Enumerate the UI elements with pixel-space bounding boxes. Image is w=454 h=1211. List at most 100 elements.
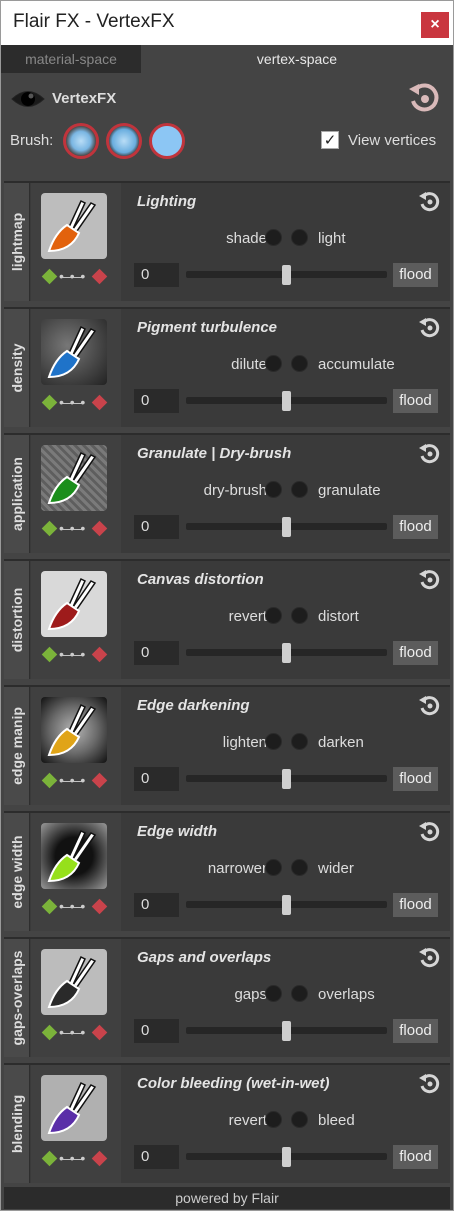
view-vertices-checkbox[interactable]: ✓ — [321, 131, 339, 149]
red-diamond-icon[interactable] — [91, 772, 108, 789]
right-radio[interactable] — [291, 733, 308, 750]
slider-thumb[interactable] — [282, 1147, 291, 1167]
value-field[interactable]: 0 — [134, 1019, 179, 1043]
eye-icon[interactable] — [11, 88, 45, 110]
panel-tab-density[interactable]: density — [4, 309, 30, 427]
flood-button[interactable]: flood — [393, 767, 438, 791]
left-radio[interactable] — [265, 481, 282, 498]
flood-button[interactable]: flood — [393, 515, 438, 539]
panel-tab-edge-manip[interactable]: edge manip — [4, 687, 30, 805]
slider-thumb[interactable] — [282, 895, 291, 915]
link-dots-icon[interactable]: •–•–• — [59, 268, 85, 284]
slider-thumb[interactable] — [282, 769, 291, 789]
right-radio[interactable] — [291, 355, 308, 372]
right-radio[interactable] — [291, 859, 308, 876]
value-field[interactable]: 0 — [134, 389, 179, 413]
link-dots-icon[interactable]: •–•–• — [59, 1150, 85, 1166]
green-diamond-icon[interactable] — [41, 646, 58, 663]
flood-button[interactable]: flood — [393, 641, 438, 665]
green-diamond-icon[interactable] — [41, 1024, 58, 1041]
slider-thumb[interactable] — [282, 517, 291, 537]
reset-icon[interactable] — [418, 316, 442, 340]
red-diamond-icon[interactable] — [91, 898, 108, 915]
right-radio[interactable] — [291, 481, 308, 498]
panel-tab-lightmap[interactable]: lightmap — [4, 183, 30, 301]
red-diamond-icon[interactable] — [91, 268, 108, 285]
panel-icon-column: •–•–• — [31, 1065, 121, 1183]
panel-edge-manip: edge manip •–•–• Edge darkening lighten … — [4, 685, 450, 805]
green-diamond-icon[interactable] — [41, 1150, 58, 1167]
right-radio[interactable] — [291, 607, 308, 624]
left-radio[interactable] — [265, 733, 282, 750]
green-diamond-icon[interactable] — [41, 268, 58, 285]
red-diamond-icon[interactable] — [91, 646, 108, 663]
brush-effect-icon[interactable] — [41, 571, 107, 637]
brush-effect-icon[interactable] — [41, 319, 107, 385]
brush-effect-icon[interactable] — [41, 697, 107, 763]
link-dots-icon[interactable]: •–•–• — [59, 394, 85, 410]
reset-icon[interactable] — [418, 442, 442, 466]
flood-button[interactable]: flood — [393, 1145, 438, 1169]
slider-thumb[interactable] — [282, 265, 291, 285]
value-field[interactable]: 0 — [134, 641, 179, 665]
reset-all-icon[interactable] — [407, 81, 441, 115]
brush-effect-icon[interactable] — [41, 949, 107, 1015]
panel-tab-application[interactable]: application — [4, 435, 30, 553]
reset-icon[interactable] — [418, 694, 442, 718]
green-diamond-icon[interactable] — [41, 520, 58, 537]
slider-thumb[interactable] — [282, 391, 291, 411]
brush-effect-icon[interactable] — [41, 193, 107, 259]
link-dots-icon[interactable]: •–•–• — [59, 898, 85, 914]
tab-vertex-space[interactable]: vertex-space — [141, 45, 453, 73]
panel-tab-blending[interactable]: blending — [4, 1065, 30, 1183]
reset-icon[interactable] — [418, 190, 442, 214]
right-radio[interactable] — [291, 229, 308, 246]
value-field[interactable]: 0 — [134, 893, 179, 917]
brush-hard-button[interactable] — [149, 123, 185, 159]
panel-tab-edge-width[interactable]: edge width — [4, 813, 30, 931]
brush-effect-icon[interactable] — [41, 1075, 107, 1141]
red-diamond-icon[interactable] — [91, 520, 108, 537]
close-button[interactable]: × — [421, 12, 449, 38]
panel-title: Pigment turbulence — [137, 319, 278, 336]
left-radio[interactable] — [265, 229, 282, 246]
brush-effect-icon[interactable] — [41, 445, 107, 511]
link-dots-icon[interactable]: •–•–• — [59, 646, 85, 662]
slider-thumb[interactable] — [282, 643, 291, 663]
flood-button[interactable]: flood — [393, 893, 438, 917]
brush-effect-icon[interactable] — [41, 823, 107, 889]
green-diamond-icon[interactable] — [41, 394, 58, 411]
reset-icon[interactable] — [418, 1072, 442, 1096]
panel-tab-distortion[interactable]: distortion — [4, 561, 30, 679]
value-field[interactable]: 0 — [134, 263, 179, 287]
flood-button[interactable]: flood — [393, 389, 438, 413]
green-diamond-icon[interactable] — [41, 898, 58, 915]
reset-icon[interactable] — [418, 946, 442, 970]
left-radio[interactable] — [265, 607, 282, 624]
link-dots-icon[interactable]: •–•–• — [59, 520, 85, 536]
right-radio[interactable] — [291, 985, 308, 1002]
link-dots-icon[interactable]: •–•–• — [59, 1024, 85, 1040]
value-field[interactable]: 0 — [134, 1145, 179, 1169]
green-diamond-icon[interactable] — [41, 772, 58, 789]
reset-icon[interactable] — [418, 568, 442, 592]
red-diamond-icon[interactable] — [91, 1150, 108, 1167]
tab-material-space[interactable]: material-space — [1, 45, 141, 73]
left-radio[interactable] — [265, 859, 282, 876]
left-radio[interactable] — [265, 355, 282, 372]
panel-tab-gaps-overlaps[interactable]: gaps-overlaps — [4, 939, 30, 1057]
red-diamond-icon[interactable] — [91, 394, 108, 411]
slider-thumb[interactable] — [282, 1021, 291, 1041]
flood-button[interactable]: flood — [393, 1019, 438, 1043]
red-diamond-icon[interactable] — [91, 1024, 108, 1041]
left-radio[interactable] — [265, 1111, 282, 1128]
flood-button[interactable]: flood — [393, 263, 438, 287]
brush-soft-button[interactable] — [63, 123, 99, 159]
value-field[interactable]: 0 — [134, 767, 179, 791]
right-radio[interactable] — [291, 1111, 308, 1128]
left-radio[interactable] — [265, 985, 282, 1002]
value-field[interactable]: 0 — [134, 515, 179, 539]
link-dots-icon[interactable]: •–•–• — [59, 772, 85, 788]
reset-icon[interactable] — [418, 820, 442, 844]
brush-medium-button[interactable] — [106, 123, 142, 159]
